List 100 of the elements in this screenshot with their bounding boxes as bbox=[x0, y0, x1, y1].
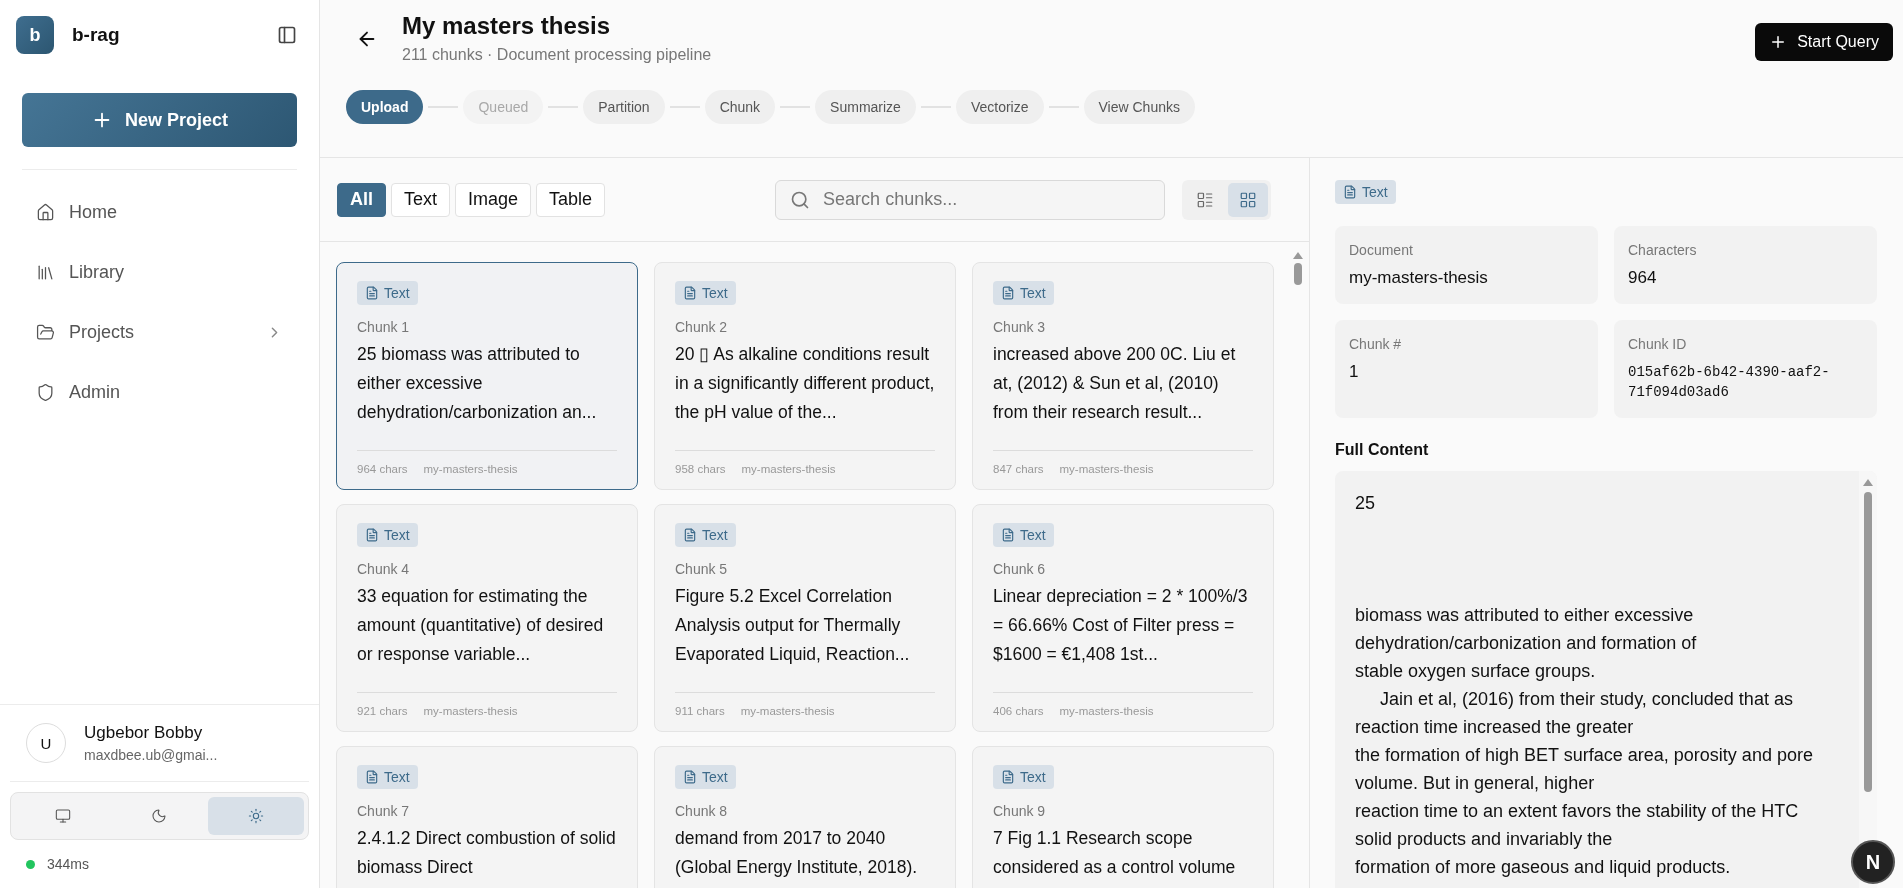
document-icon bbox=[365, 770, 379, 784]
pipeline-step[interactable]: Chunk bbox=[704, 90, 776, 124]
search-field[interactable]: Search chunks... bbox=[775, 179, 1166, 220]
document-name: my-masters-thesis bbox=[1059, 463, 1154, 475]
char-count: 958 chars bbox=[675, 463, 726, 475]
chunk-preview: demand from 2017 to 2040 (Global Energy Institute, 2018). bbox=[675, 827, 919, 879]
app-logo: b bbox=[16, 16, 54, 54]
list-icon bbox=[1196, 190, 1215, 209]
page-subtitle: 211 chunks · Document processing pipeline bbox=[402, 46, 713, 64]
nav-item[interactable]: Projects bbox=[22, 308, 297, 356]
document-icon bbox=[683, 286, 697, 300]
type-badge: Text bbox=[357, 523, 418, 547]
chunk-card[interactable]: Text Chunk 2 20 ▯ As alkaline conditions result in a significantly different product, the pH value of the... 958 chars my-masters-thesis bbox=[654, 262, 956, 490]
chunk-card[interactable]: Text Chunk 6 Linear depreciation = 2 * 100%/3 = 66.66% Cost of Filter press = $1600 = €1,408 1st... 406 chars my-masters-thesis bbox=[972, 504, 1274, 732]
document-icon bbox=[1343, 185, 1357, 199]
char-count: 921 chars bbox=[357, 705, 408, 717]
document-icon bbox=[1001, 528, 1015, 542]
folder-icon bbox=[36, 322, 55, 342]
filter-tab[interactable]: All bbox=[337, 182, 386, 217]
start-query-button[interactable]: Start Query bbox=[1755, 23, 1893, 61]
chunk-preview: 25 biomass was attributed to either excessive dehydration/carbonization an... bbox=[357, 343, 598, 424]
type-badge: Text bbox=[357, 281, 418, 305]
chunk-title: Chunk 6 bbox=[993, 561, 1047, 577]
type-badge: Text bbox=[993, 281, 1054, 305]
type-badge: Text bbox=[1335, 180, 1396, 204]
type-badge: Text bbox=[675, 281, 736, 305]
section-heading: Full Content bbox=[1335, 441, 1430, 459]
field-label: Characters bbox=[1628, 242, 1698, 258]
nav-item[interactable]: Library bbox=[22, 248, 297, 296]
type-badge: Text bbox=[675, 523, 736, 547]
chunk-card[interactable]: Text Chunk 5 Figure 5.2 Excel Correlation Analysis output for Thermally Evaporated Liquid, Reaction... 911 chars my-masters-thesis bbox=[654, 504, 956, 732]
document-icon bbox=[365, 528, 379, 542]
chunk-preview: 33 equation for estimating the amount (quantitative) of desired or response variable... bbox=[357, 585, 605, 666]
chunk-title: Chunk 1 bbox=[357, 319, 411, 335]
document-icon bbox=[1001, 286, 1015, 300]
filter-tab[interactable]: Text bbox=[391, 182, 451, 217]
document-icon bbox=[683, 770, 697, 784]
grid-view-button[interactable] bbox=[1228, 182, 1269, 217]
char-count: 847 chars bbox=[993, 463, 1044, 475]
chunk-preview: Linear depreciation = 2 * 100%/3 = 66.66% Cost of Filter press = $1600 = €1,408 1st... bbox=[993, 585, 1249, 666]
pipeline-step[interactable]: Vectorize bbox=[955, 90, 1044, 124]
chunk-title: Chunk 5 bbox=[675, 561, 729, 577]
chunk-preview: 20 ▯ As alkaline conditions result in a significantly different product, the pH value of the... bbox=[675, 343, 935, 424]
field-value: 015af62b-6b42-4390-aaf2-71f094d03ad6 bbox=[1628, 363, 1831, 402]
chunk-title: Chunk 3 bbox=[993, 319, 1047, 335]
field-label: Document bbox=[1349, 242, 1414, 258]
chunk-card[interactable]: Text Chunk 7 2.4.1.2 Direct combustion of solid biomass Direct bbox=[336, 746, 638, 888]
chunk-preview: Figure 5.2 Excel Correlation Analysis output for Thermally Evaporated Liquid, Reaction... bbox=[675, 585, 911, 666]
chunk-title: Chunk 4 bbox=[357, 561, 411, 577]
new-project-button[interactable]: New Project bbox=[22, 93, 297, 147]
nav-item[interactable]: Home bbox=[22, 188, 297, 236]
field-label: Chunk ID bbox=[1628, 336, 1688, 352]
type-badge: Text bbox=[675, 765, 736, 789]
char-count: 406 chars bbox=[993, 705, 1044, 717]
full-content-text: 25 biomass was attributed to either excessive dehydration/carbonization and formation of stable oxygen surface groups. Jain et al, (2016) from their study, concluded that as reaction time increased the greater the formation of high BET surface area, porosity and pore volume. But in general, higher reaction time to an extent favors the stability of the HTC solid products and invariably the formation of more gaseous and liquid products. bbox=[1354, 492, 1814, 879]
chunk-preview: 2.4.1.2 Direct combustion of solid biomass Direct bbox=[357, 827, 617, 879]
chunk-card[interactable]: Text Chunk 4 33 equation for estimating the amount (quantitative) of desired or response variable... 921 chars my-masters-thesis bbox=[336, 504, 638, 732]
type-badge: Text bbox=[993, 765, 1054, 789]
grid-icon bbox=[1239, 190, 1258, 209]
home-icon bbox=[36, 202, 55, 222]
pipeline-step[interactable]: Upload bbox=[346, 90, 424, 124]
chunk-card[interactable]: Text Chunk 3 increased above 200 0C. Liu et at, (2012) & Sun et al, (2010) from their research result... 847 chars my-masters-thesis bbox=[972, 262, 1274, 490]
type-badge: Text bbox=[357, 765, 418, 789]
document-name: my-masters-thesis bbox=[423, 463, 518, 475]
dev-tools-button[interactable]: N bbox=[1851, 840, 1895, 884]
chunk-title: Chunk 2 bbox=[675, 319, 729, 335]
pipeline-step[interactable]: View Chunks bbox=[1083, 90, 1195, 124]
moon-icon bbox=[151, 808, 168, 824]
monitor-icon bbox=[55, 808, 72, 824]
page-title: My masters thesis bbox=[402, 12, 612, 40]
user-email: maxdbee.ub@gmai... bbox=[84, 747, 218, 763]
chunk-preview: 7 Fig 1.1 Research scope considered as a control volume bbox=[993, 827, 1237, 879]
document-icon bbox=[683, 528, 697, 542]
chunk-card[interactable]: Text Chunk 9 7 Fig 1.1 Research scope considered as a control volume bbox=[972, 746, 1274, 888]
chunk-card[interactable]: Text Chunk 1 25 biomass was attributed to either excessive dehydration/carbonization an... 964 chars my-masters-thesis bbox=[336, 262, 638, 490]
search-icon bbox=[790, 189, 811, 210]
shield-icon bbox=[36, 382, 55, 402]
chunk-title: Chunk 8 bbox=[675, 803, 729, 819]
chunk-card[interactable]: Text Chunk 8 demand from 2017 to 2040 (Global Energy Institute, 2018). bbox=[654, 746, 956, 888]
chunk-preview: increased above 200 0C. Liu et at, (2012) & Sun et al, (2010) from their research result... bbox=[993, 343, 1237, 424]
sidebar-toggle-icon[interactable] bbox=[277, 25, 297, 45]
document-icon bbox=[1001, 770, 1015, 784]
field-label: Chunk # bbox=[1349, 336, 1403, 352]
pipeline-step[interactable]: Partition bbox=[583, 90, 665, 124]
char-count: 964 chars bbox=[357, 463, 408, 475]
sun-icon bbox=[247, 808, 264, 824]
filter-tab[interactable]: Table bbox=[536, 182, 606, 217]
type-badge: Text bbox=[993, 523, 1054, 547]
field-value: my-masters-thesis bbox=[1349, 268, 1489, 288]
document-name: my-masters-thesis bbox=[741, 463, 836, 475]
filter-tab[interactable]: Image bbox=[455, 182, 532, 217]
chunk-title: Chunk 7 bbox=[357, 803, 411, 819]
nav-item[interactable]: Admin bbox=[22, 368, 297, 416]
latency-text: 344ms bbox=[47, 856, 90, 872]
document-name: my-masters-thesis bbox=[740, 705, 835, 717]
char-count: 911 chars bbox=[675, 705, 725, 717]
user-name: Ugbebor Bobby bbox=[84, 723, 204, 743]
pipeline-step[interactable]: Summarize bbox=[815, 90, 916, 124]
app-name: b-rag bbox=[72, 24, 121, 46]
chunk-title: Chunk 9 bbox=[993, 803, 1047, 819]
